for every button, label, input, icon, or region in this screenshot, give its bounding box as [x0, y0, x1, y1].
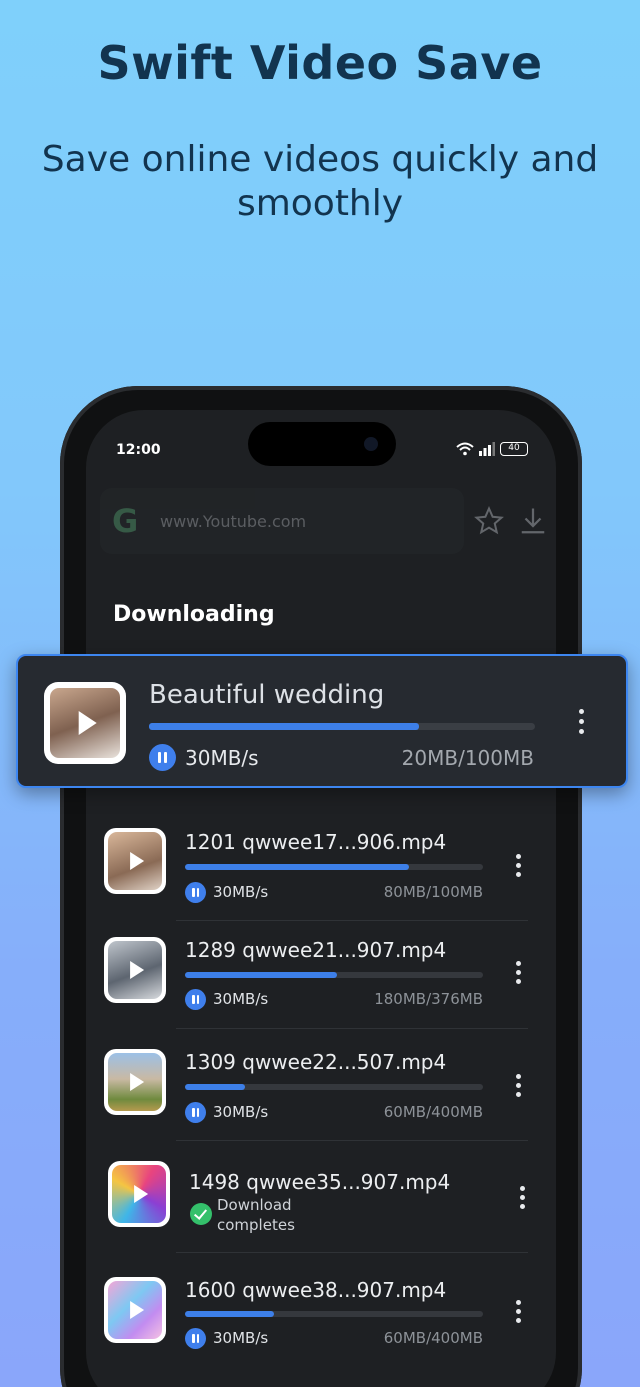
- progress-bar: [185, 864, 483, 870]
- dynamic-island: [248, 422, 396, 466]
- camera-icon: [364, 437, 378, 451]
- download-speed: 30MB/s: [213, 1103, 269, 1121]
- progress-fill: [185, 864, 409, 870]
- progress-bar: [185, 1311, 483, 1317]
- star-icon[interactable]: [474, 506, 504, 536]
- download-size: 180MB/376MB: [374, 990, 483, 1008]
- promo-subheadline: Save online videos quickly and smoothly: [41, 139, 599, 224]
- section-title: Downloading: [113, 602, 275, 627]
- progress-bar: [149, 723, 535, 730]
- more-options-icon[interactable]: [518, 1186, 526, 1212]
- url-text: www.Youtube.com: [160, 512, 307, 531]
- download-size: 80MB/100MB: [383, 883, 483, 901]
- video-thumbnail: [108, 1161, 170, 1227]
- more-options-icon[interactable]: [577, 709, 585, 739]
- video-thumbnail: [104, 1049, 166, 1115]
- play-icon: [130, 852, 145, 870]
- google-logo-icon: G: [112, 502, 139, 540]
- pause-icon[interactable]: [185, 1328, 206, 1349]
- progress-bar: [185, 1084, 483, 1090]
- list-item[interactable]: 1498 qwwee35...907.mp4 Download complete…: [86, 1130, 556, 1234]
- video-title: Beautiful wedding: [149, 680, 385, 710]
- video-title: 1309 qwwee22...507.mp4: [185, 1050, 447, 1074]
- video-thumbnail: [44, 682, 126, 764]
- video-thumbnail: [104, 1277, 166, 1343]
- download-icon[interactable]: [518, 506, 548, 536]
- status-icons: 40: [456, 442, 528, 456]
- phone-screen: 12:00 40 G www.Youtube.com Downloading 1…: [86, 410, 556, 1387]
- pause-icon[interactable]: [185, 989, 206, 1010]
- progress-fill: [185, 1084, 245, 1090]
- play-icon: [130, 961, 145, 979]
- pause-icon[interactable]: [149, 744, 176, 771]
- play-icon: [134, 1185, 149, 1203]
- download-size: 60MB/400MB: [383, 1103, 483, 1121]
- play-icon: [130, 1073, 145, 1091]
- download-speed: 30MB/s: [213, 883, 269, 901]
- download-speed: 30MB/s: [213, 1329, 269, 1347]
- list-item[interactable]: 1289 qwwee21...907.mp4 30MB/s 180MB/376M…: [86, 900, 556, 1010]
- play-icon: [130, 1301, 145, 1319]
- signal-icon: [479, 442, 495, 456]
- more-options-icon[interactable]: [514, 961, 522, 987]
- status-time: 12:00: [116, 442, 161, 458]
- url-bar[interactable]: G www.Youtube.com: [100, 488, 464, 554]
- download-speed: 30MB/s: [185, 746, 259, 770]
- featured-download-card[interactable]: Beautiful wedding 30MB/s 20MB/100MB: [16, 654, 628, 788]
- download-status: Download completes: [217, 1196, 295, 1234]
- video-thumbnail: [104, 828, 166, 894]
- download-size: 20MB/100MB: [401, 746, 534, 770]
- check-circle-icon: [190, 1203, 212, 1225]
- download-speed: 30MB/s: [213, 990, 269, 1008]
- video-title: 1289 qwwee21...907.mp4: [185, 938, 447, 962]
- list-item[interactable]: 1309 qwwee22...507.mp4 30MB/s 60MB/400MB: [86, 1010, 556, 1123]
- more-options-icon[interactable]: [514, 854, 522, 880]
- more-options-icon[interactable]: [514, 1074, 522, 1100]
- battery-icon: 40: [500, 442, 528, 456]
- progress-fill: [149, 723, 420, 730]
- promo-headline: Swift Video Save: [97, 36, 543, 90]
- video-thumbnail: [104, 937, 166, 1003]
- list-item[interactable]: 1600 qwwee38...907.mp4 30MB/s 60MB/400MB: [86, 1240, 556, 1349]
- progress-fill: [185, 972, 337, 978]
- list-item[interactable]: 1201 qwwee17...906.mp4 30MB/s 80MB/100MB: [86, 790, 556, 903]
- pause-icon[interactable]: [185, 1102, 206, 1123]
- download-size: 60MB/400MB: [383, 1329, 483, 1347]
- video-title: 1201 qwwee17...906.mp4: [185, 830, 447, 854]
- video-title: 1600 qwwee38...907.mp4: [185, 1278, 447, 1302]
- progress-fill: [185, 1311, 275, 1317]
- play-icon: [78, 711, 97, 735]
- video-title: 1498 qwwee35...907.mp4: [189, 1170, 451, 1194]
- wifi-icon: [456, 442, 474, 456]
- more-options-icon[interactable]: [514, 1300, 522, 1326]
- progress-bar: [185, 972, 483, 978]
